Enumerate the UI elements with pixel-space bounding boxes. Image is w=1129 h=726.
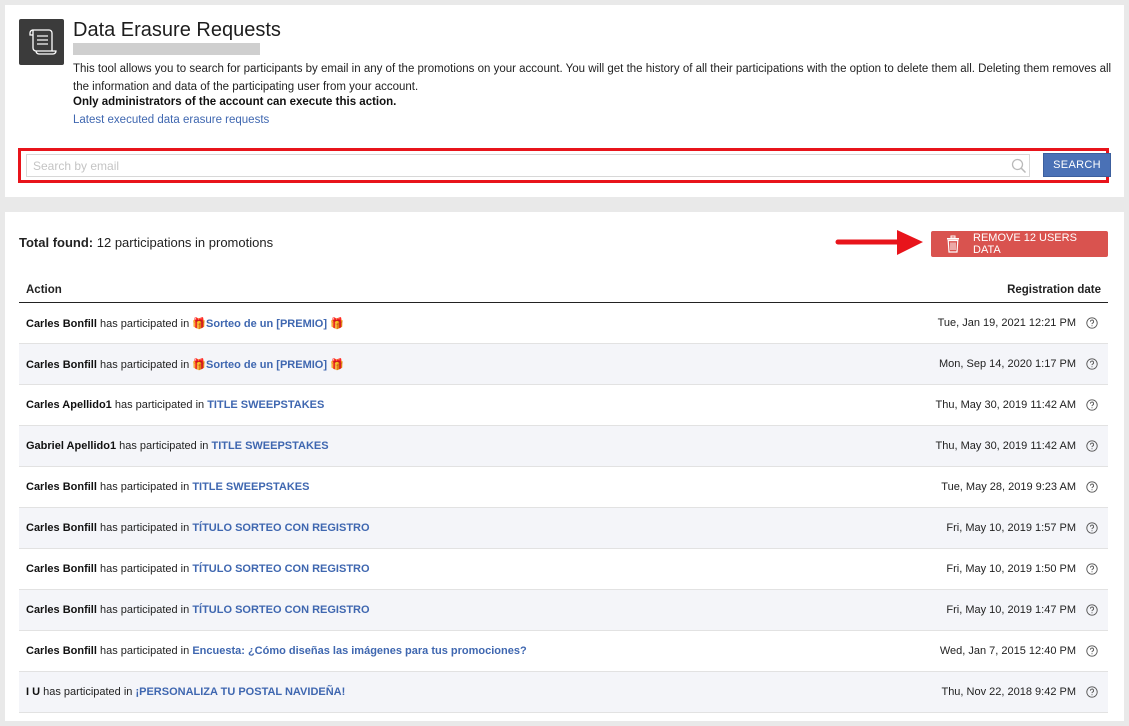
total-found-label: Total found: [19, 235, 94, 250]
table-row: Carles Bonfill has participated in Encue… [19, 631, 1108, 672]
participated-text: has participated in [99, 481, 190, 493]
row-action: Carles Bonfill has participated in TÍTUL… [26, 563, 370, 575]
participant-name: Carles Bonfill [26, 318, 97, 330]
search-email-input[interactable] [26, 154, 1030, 177]
promotion-link[interactable]: Encuesta: ¿Cómo diseñas las imágenes par… [192, 645, 526, 657]
promotion-link[interactable]: 🎁Sorteo de un [PREMIO] 🎁 [192, 359, 343, 371]
row-action: Carles Bonfill has participated in 🎁Sort… [26, 317, 344, 330]
total-found: Total found: 12 participations in promot… [19, 235, 273, 250]
participant-name: Carles Bonfill [26, 359, 97, 371]
registration-date: Tue, Jan 19, 2021 12:21 PM [937, 317, 1076, 329]
participated-text: has participated in [99, 318, 190, 330]
table-row: Carles Bonfill has participated in 🎁Sort… [19, 344, 1108, 385]
participated-text: has participated in [119, 440, 209, 452]
remove-users-data-button[interactable]: REMOVE 12 USERS DATA [931, 231, 1108, 257]
question-circle-icon[interactable] [1086, 604, 1098, 619]
row-action: Gabriel Apellido1 has participated in TI… [26, 440, 329, 452]
promotion-link[interactable]: TITLE SWEEPSTAKES [211, 440, 328, 452]
table-row: Carles Bonfill has participated in 🎁Sort… [19, 303, 1108, 344]
registration-date: Mon, Sep 14, 2020 1:17 PM [939, 358, 1076, 370]
total-found-value: 12 participations in promotions [96, 235, 274, 250]
promotion-link[interactable]: TÍTULO SORTEO CON REGISTRO [192, 563, 369, 575]
row-action: I U has participated in ¡PERSONALIZA TU … [26, 686, 345, 698]
table-row: Carles Bonfill has participated in TÍTUL… [19, 590, 1108, 631]
row-action: Carles Apellido1 has participated in TIT… [26, 399, 324, 411]
row-action: Carles Bonfill has participated in 🎁Sort… [26, 358, 344, 371]
row-action: Carles Bonfill has participated in TÍTUL… [26, 522, 370, 534]
redacted-subtitle [73, 43, 260, 55]
registration-date: Thu, May 30, 2019 11:42 AM [935, 399, 1076, 411]
question-circle-icon[interactable] [1086, 358, 1098, 373]
question-circle-icon[interactable] [1086, 481, 1098, 496]
trash-icon [945, 235, 961, 256]
search-button[interactable]: SEARCH [1043, 153, 1111, 177]
question-circle-icon[interactable] [1086, 645, 1098, 660]
question-circle-icon[interactable] [1086, 563, 1098, 578]
table-row: Carles Bonfill has participated in TÍTUL… [19, 549, 1108, 590]
participated-text: has participated in [99, 604, 190, 616]
promotion-link[interactable]: ¡PERSONALIZA TU POSTAL NAVIDEÑA! [135, 686, 345, 698]
participant-name: Carles Bonfill [26, 645, 97, 657]
participated-text: has participated in [43, 686, 133, 698]
document-scroll-icon [19, 19, 64, 65]
table-body: Carles Bonfill has participated in 🎁Sort… [19, 303, 1108, 713]
participant-name: I U [26, 686, 41, 698]
row-action: Carles Bonfill has participated in Encue… [26, 645, 527, 657]
table-row: Carles Bonfill has participated in TITLE… [19, 467, 1108, 508]
participant-name: Gabriel Apellido1 [26, 440, 117, 452]
table-header: Action Registration date [19, 277, 1108, 303]
question-circle-icon[interactable] [1086, 440, 1098, 455]
table-row: Carles Apellido1 has participated in TIT… [19, 385, 1108, 426]
participated-text: has participated in [99, 645, 190, 657]
tool-description: This tool allows you to search for parti… [73, 63, 1112, 93]
table-row: Gabriel Apellido1 has participated in TI… [19, 426, 1108, 467]
participated-text: has participated in [99, 359, 190, 371]
latest-erasure-requests-link[interactable]: Latest executed data erasure requests [73, 114, 269, 126]
registration-date: Wed, Jan 7, 2015 12:40 PM [939, 645, 1076, 657]
table-row: I U has participated in ¡PERSONALIZA TU … [19, 672, 1108, 713]
promotion-link[interactable]: TITLE SWEEPSTAKES [207, 399, 324, 411]
magnifier-icon [1011, 158, 1027, 179]
row-action: Carles Bonfill has participated in TITLE… [26, 481, 309, 493]
registration-date: Fri, May 10, 2019 1:57 PM [946, 522, 1076, 534]
registration-date: Thu, Nov 22, 2018 9:42 PM [941, 686, 1076, 698]
registration-date: Fri, May 10, 2019 1:50 PM [946, 563, 1076, 575]
participated-text: has participated in [99, 522, 190, 534]
results-panel: Total found: 12 participations in promot… [5, 212, 1124, 721]
promotion-link[interactable]: 🎁Sorteo de un [PREMIO] 🎁 [192, 318, 343, 330]
participant-name: Carles Bonfill [26, 563, 97, 575]
question-circle-icon[interactable] [1086, 686, 1098, 701]
remove-users-data-label: REMOVE 12 USERS DATA [973, 232, 1077, 256]
column-registration-date: Registration date [1007, 284, 1101, 296]
search-bar-highlight: SEARCH [18, 148, 1111, 183]
promotion-link[interactable]: TÍTULO SORTEO CON REGISTRO [192, 604, 369, 616]
header-panel: Data Erasure Requests This tool allows y… [5, 5, 1124, 197]
promotion-link[interactable]: TITLE SWEEPSTAKES [192, 481, 309, 493]
page-title: Data Erasure Requests [73, 19, 281, 41]
participated-text: has participated in [99, 563, 190, 575]
row-action: Carles Bonfill has participated in TÍTUL… [26, 604, 370, 616]
participant-name: Carles Bonfill [26, 604, 97, 616]
registration-date: Thu, May 30, 2019 11:42 AM [935, 440, 1076, 452]
table-row: Carles Bonfill has participated in TÍTUL… [19, 508, 1108, 549]
participated-text: has participated in [114, 399, 205, 411]
participant-name: Carles Apellido1 [26, 399, 112, 411]
question-circle-icon[interactable] [1086, 317, 1098, 332]
question-circle-icon[interactable] [1086, 399, 1098, 414]
question-circle-icon[interactable] [1086, 522, 1098, 537]
admin-note: Only administrators of the account can e… [73, 96, 397, 108]
participant-name: Carles Bonfill [26, 481, 97, 493]
registration-date: Fri, May 10, 2019 1:47 PM [946, 604, 1076, 616]
participant-name: Carles Bonfill [26, 522, 97, 534]
participations-table: Action Registration date Carles Bonfill … [19, 277, 1108, 713]
red-arrow-icon [835, 228, 925, 263]
column-action: Action [26, 284, 62, 296]
promotion-link[interactable]: TÍTULO SORTEO CON REGISTRO [192, 522, 369, 534]
registration-date: Tue, May 28, 2019 9:23 AM [941, 481, 1076, 493]
